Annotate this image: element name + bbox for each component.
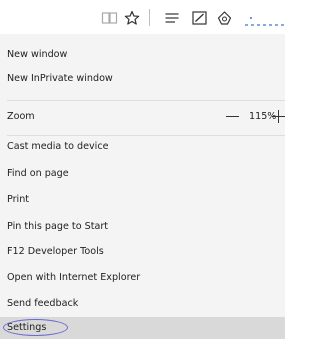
menu-item-pin-to-start[interactable]: Pin this page to Start — [0, 215, 285, 239]
menu-item-new-inprivate-window[interactable]: New InPrivate window — [0, 67, 285, 91]
menu-item-open-with-ie[interactable]: Open with Internet Explorer — [0, 266, 285, 290]
menu-separator — [7, 100, 285, 101]
hub-icon[interactable] — [164, 9, 180, 27]
share-icon[interactable] — [216, 9, 233, 27]
more-icon[interactable] — [243, 9, 285, 27]
menu-item-new-window[interactable]: New window — [0, 43, 285, 67]
reading-view-icon[interactable] — [101, 9, 118, 27]
browser-toolbar — [0, 0, 285, 34]
menu-item-send-feedback[interactable]: Send feedback — [0, 292, 285, 316]
zoom-out-button[interactable] — [226, 116, 239, 117]
toolbar-separator — [149, 9, 150, 26]
menu-item-developer-tools[interactable]: F12 Developer Tools — [0, 240, 285, 264]
menu-item-find-on-page[interactable]: Find on page — [0, 162, 285, 186]
more-actions-menu: New window New InPrivate window Zoom 115… — [0, 34, 285, 339]
zoom-label: Zoom — [7, 111, 35, 122]
menu-item-settings[interactable]: Settings — [0, 317, 285, 339]
zoom-row: Zoom 115% — [0, 105, 285, 129]
menu-item-cast-media[interactable]: Cast media to device — [0, 135, 285, 159]
zoom-in-button[interactable] — [272, 110, 285, 123]
menu-item-print[interactable]: Print — [0, 188, 285, 212]
favorite-star-icon[interactable] — [124, 9, 140, 27]
web-note-icon[interactable] — [191, 9, 208, 27]
